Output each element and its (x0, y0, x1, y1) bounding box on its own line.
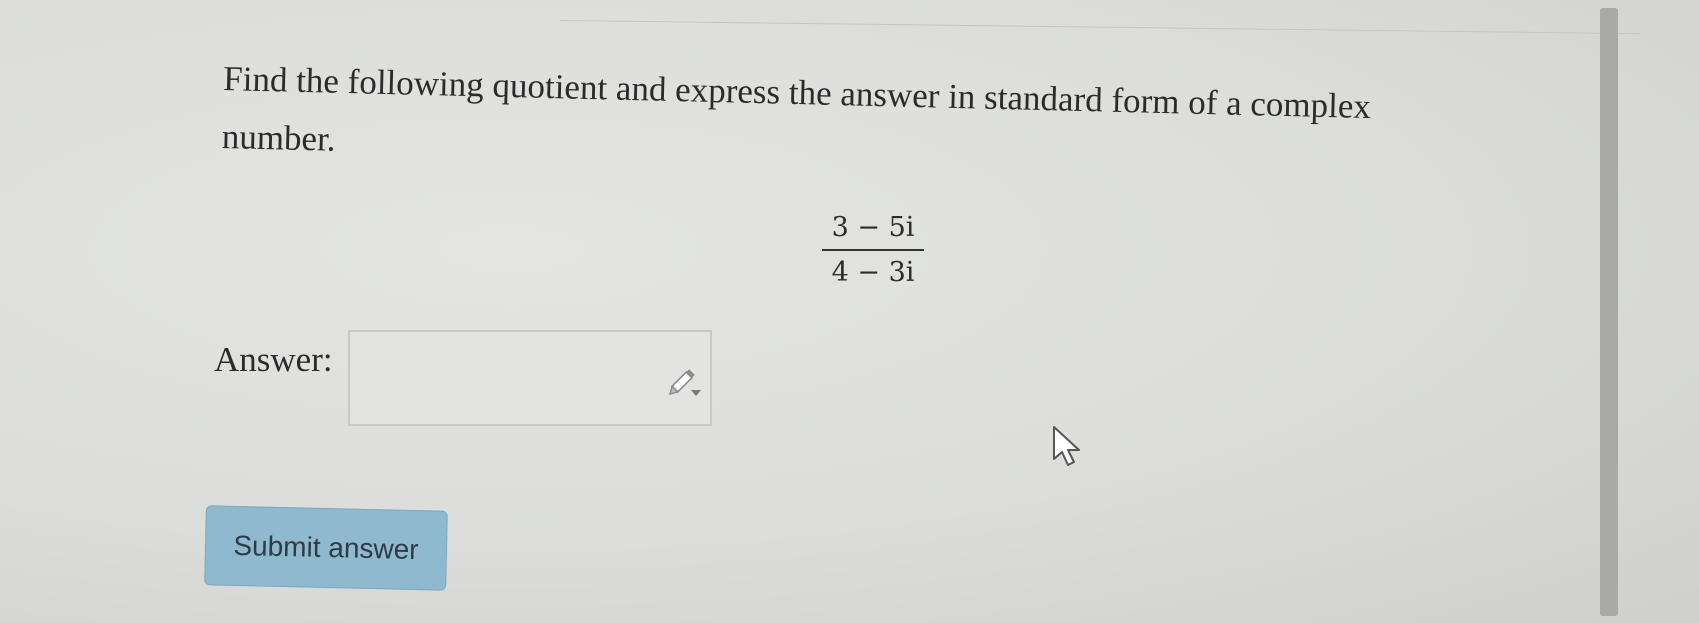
pencil-icon[interactable] (668, 368, 702, 398)
complex-fraction: 3 − 5i 4 − 3i (822, 212, 924, 288)
question-text: Find the following quotient and express … (221, 58, 1372, 159)
panel-top-edge (559, 0, 1640, 35)
scrollbar[interactable] (1600, 8, 1618, 616)
mouse-pointer-icon (1053, 426, 1080, 466)
fraction-denominator: 4 − 3i (831, 257, 915, 288)
fraction-numerator: 3 − 5i (822, 212, 924, 251)
answer-input[interactable] (348, 330, 712, 426)
question-panel: Find the following quotient and express … (0, 0, 1699, 623)
answer-label: Answer: (214, 340, 333, 379)
submit-answer-button[interactable]: Submit answer (204, 505, 448, 591)
